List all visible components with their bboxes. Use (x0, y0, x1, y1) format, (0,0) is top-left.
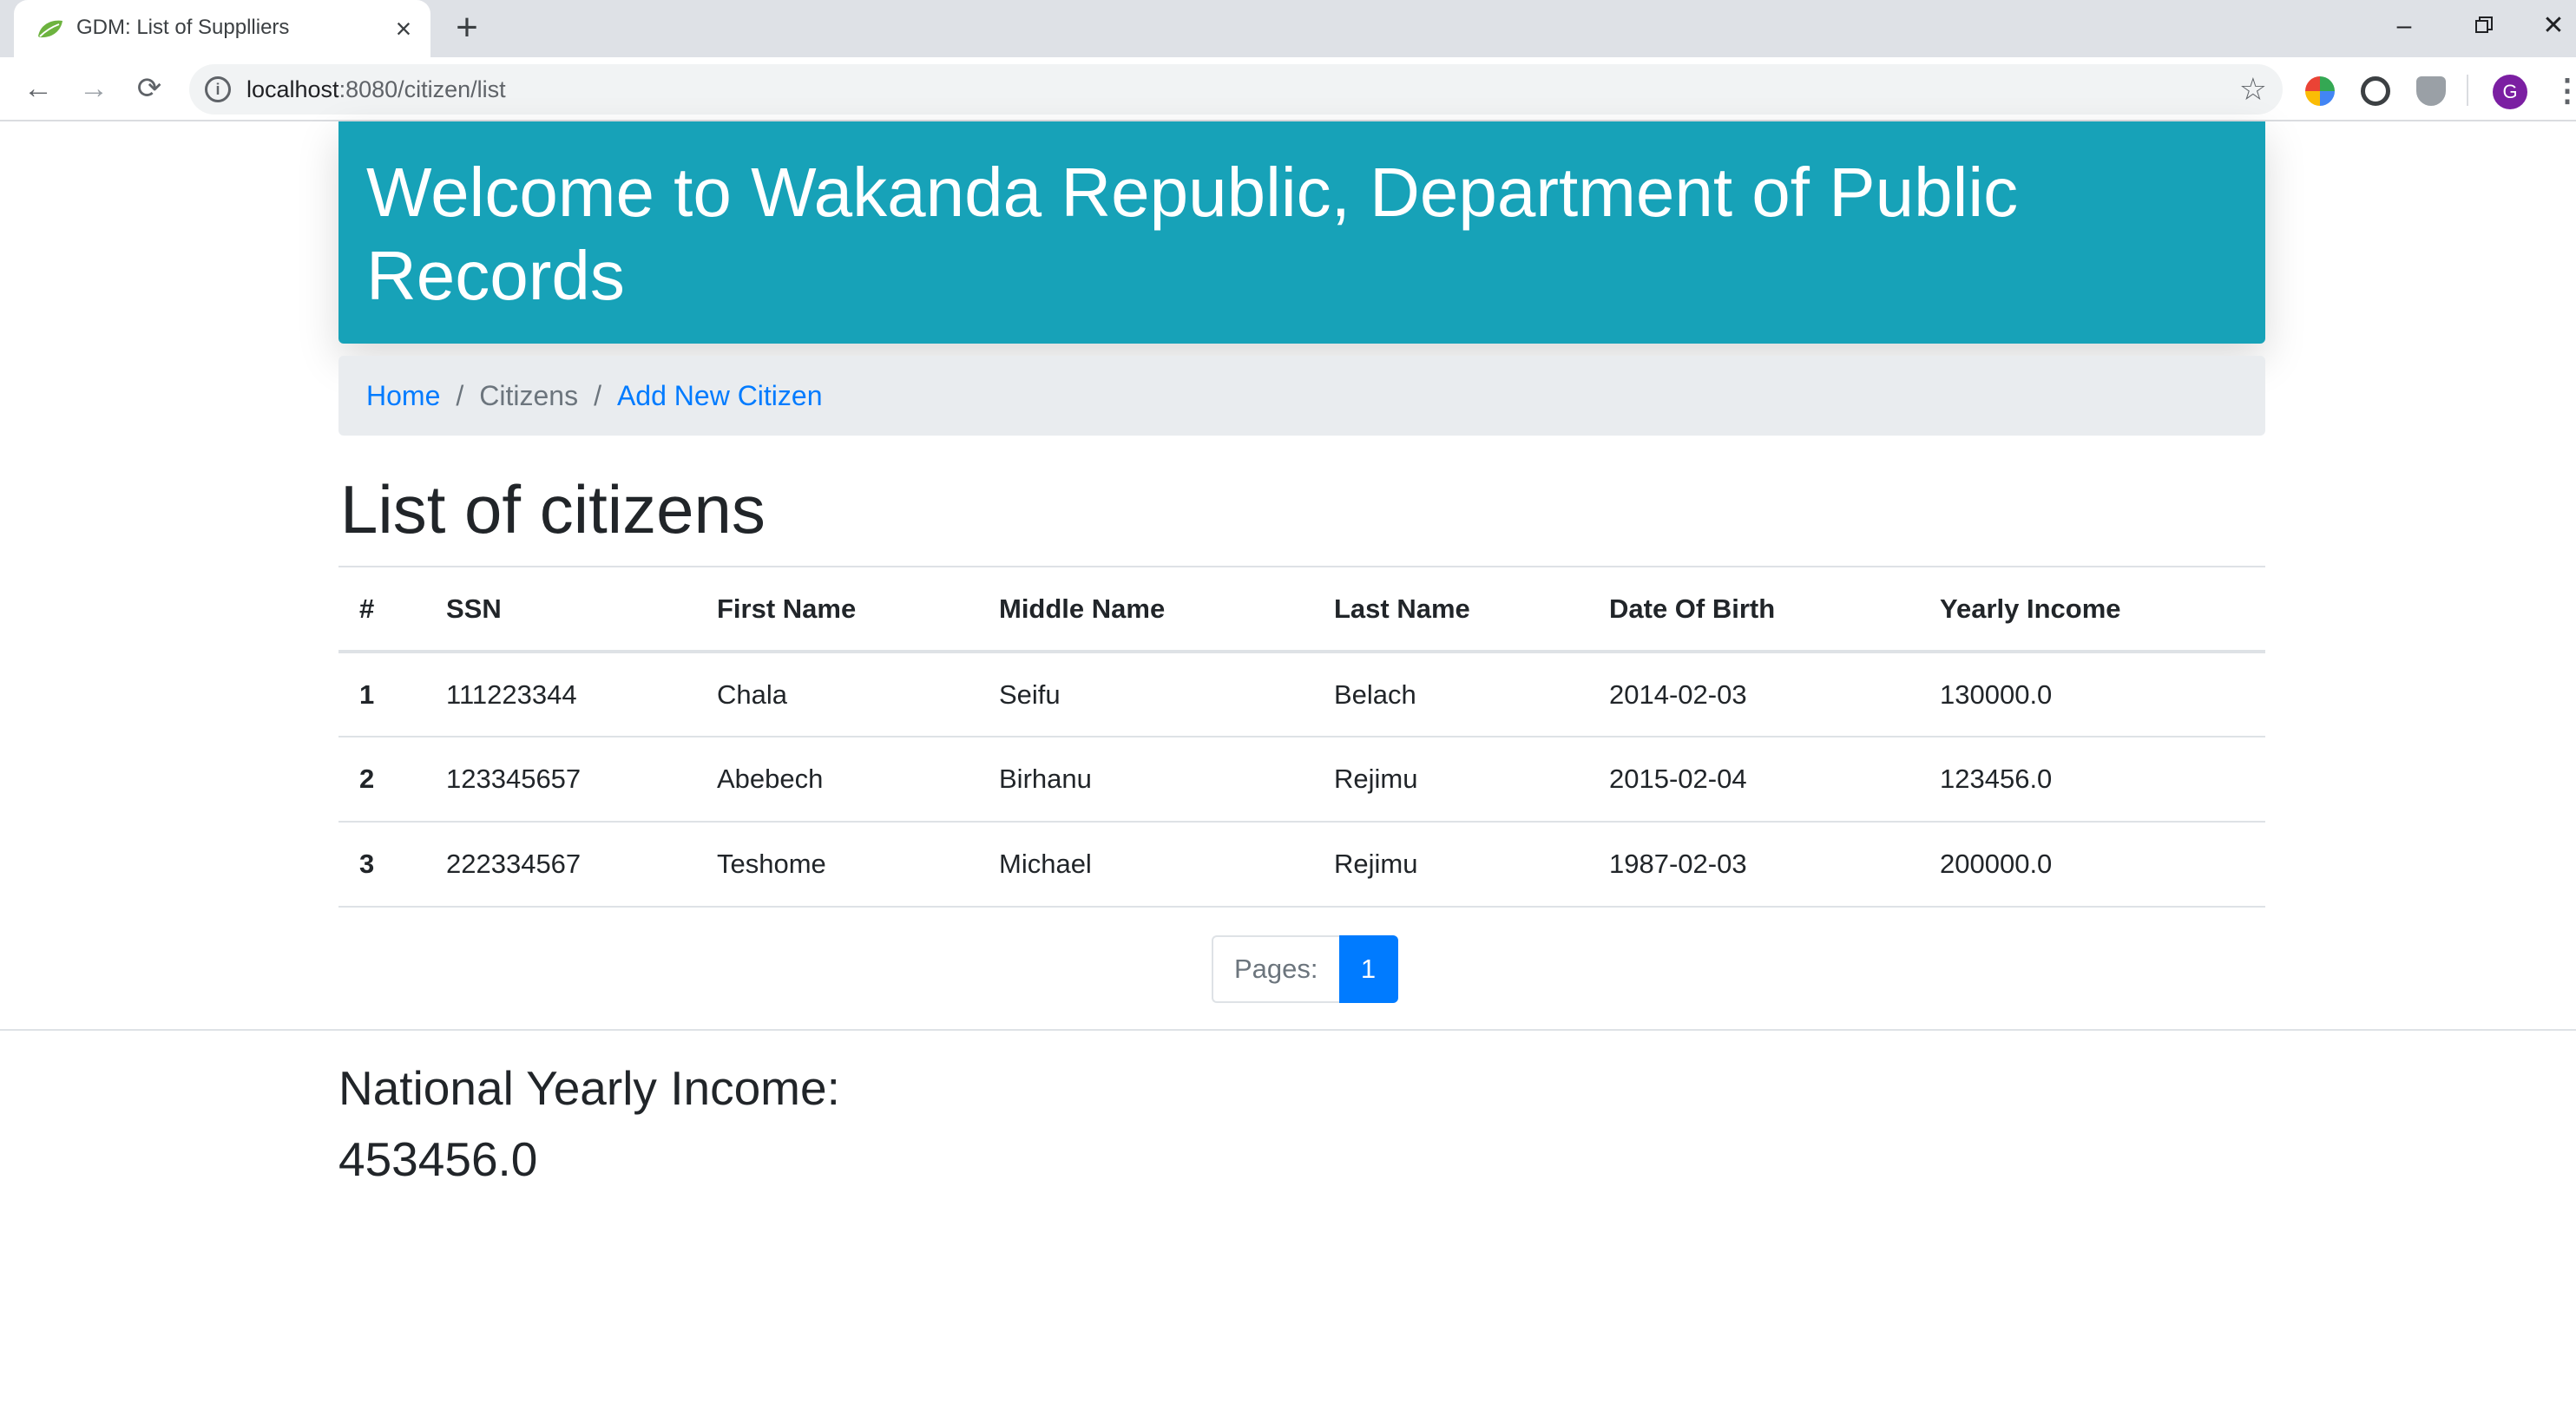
pagination-label: Pages: (1212, 935, 1339, 1003)
toolbar-divider (2467, 75, 2468, 106)
cell-first-name: Abebech (696, 737, 978, 823)
cell-yearly-income: 123456.0 (1919, 737, 2265, 823)
forward-icon[interactable]: → (75, 69, 113, 108)
cell-yearly-income: 200000.0 (1919, 822, 2265, 908)
page-heading: Welcome to Wakanda Republic, Department … (366, 154, 2019, 314)
column-header-index: # (338, 566, 425, 653)
column-header-middle-name: Middle Name (978, 566, 1313, 653)
table-row: 2 123345657 Abebech Birhanu Rejimu 2015-… (338, 737, 2265, 823)
bookmark-star-icon[interactable]: ☆ (2239, 71, 2267, 108)
cell-last-name: Belach (1313, 652, 1588, 738)
extension-sync-icon[interactable] (2361, 76, 2390, 106)
address-bar[interactable]: i localhost:8080/citizen/list ☆ (189, 64, 2283, 115)
spring-leaf-icon (35, 17, 66, 40)
breadcrumb-home-link[interactable]: Home (366, 380, 440, 412)
restore-icon[interactable] (2461, 7, 2507, 45)
column-header-last-name: Last Name (1313, 566, 1588, 653)
browser-tab-strip: GDM: List of Supplliers × + – ✕ (0, 0, 2576, 57)
tab-title: GDM: List of Supplliers (76, 16, 290, 39)
browser-menu-icon[interactable]: ⋮ (2552, 73, 2576, 108)
breadcrumb-add-citizen-link[interactable]: Add New Citizen (617, 380, 823, 412)
cell-first-name: Teshome (696, 822, 978, 908)
cell-yearly-income: 130000.0 (1919, 652, 2265, 738)
cell-date-of-birth: 2014-02-03 (1588, 652, 1919, 738)
national-income-value: 453456.0 (338, 1132, 538, 1186)
breadcrumb-separator: / (594, 379, 601, 411)
cell-last-name: Rejimu (1313, 737, 1588, 823)
cell-ssn: 123345657 (425, 737, 696, 823)
cell-ssn: 111223344 (425, 652, 696, 738)
cell-index: 3 (338, 822, 425, 908)
url-text[interactable]: localhost:8080/citizen/list (246, 76, 506, 103)
extension-shield-icon[interactable] (2416, 76, 2446, 106)
browser-tab[interactable]: GDM: List of Supplliers × (14, 0, 430, 57)
minimize-icon[interactable]: – (2382, 7, 2427, 45)
header-banner: Welcome to Wakanda Republic, Department … (338, 121, 2265, 344)
cell-date-of-birth: 1987-02-03 (1588, 822, 1919, 908)
page-button-1[interactable]: 1 (1338, 935, 1398, 1003)
footer-divider (0, 1029, 2576, 1031)
column-header-date-of-birth: Date Of Birth (1588, 566, 1919, 653)
breadcrumb-separator: / (456, 379, 464, 411)
column-header-first-name: First Name (696, 566, 978, 653)
reload-icon[interactable]: ⟳ (130, 69, 168, 108)
cell-last-name: Rejimu (1313, 822, 1588, 908)
cell-middle-name: Michael (978, 822, 1313, 908)
browser-toolbar: ← → ⟳ i localhost:8080/citizen/list ☆ G … (0, 57, 2576, 121)
back-icon[interactable]: ← (19, 69, 57, 108)
list-title: List of citizens (340, 471, 766, 547)
table-row: 3 222334567 Teshome Michael Rejimu 1987-… (338, 822, 2265, 908)
column-header-ssn: SSN (425, 566, 696, 653)
table-row: 1 111223344 Chala Seifu Belach 2014-02-0… (338, 652, 2265, 738)
profile-avatar[interactable]: G (2493, 75, 2527, 109)
cell-middle-name: Seifu (978, 652, 1313, 738)
cell-index: 1 (338, 652, 425, 738)
pagination: Pages: 1 (1212, 935, 1398, 1003)
close-tab-icon[interactable]: × (389, 14, 418, 43)
cell-date-of-birth: 2015-02-04 (1588, 737, 1919, 823)
breadcrumb: Home / Citizens / Add New Citizen (338, 356, 2265, 436)
site-info-icon[interactable]: i (205, 76, 231, 102)
cell-ssn: 222334567 (425, 822, 696, 908)
new-tab-icon[interactable]: + (450, 9, 484, 47)
national-income-label: National Yearly Income: (338, 1061, 840, 1115)
cell-first-name: Chala (696, 652, 978, 738)
extension-globe-icon[interactable] (2305, 76, 2335, 106)
breadcrumb-current: Citizens (479, 379, 579, 411)
column-header-yearly-income: Yearly Income (1919, 566, 2265, 653)
cell-index: 2 (338, 737, 425, 823)
cell-middle-name: Birhanu (978, 737, 1313, 823)
citizens-table: # SSN First Name Middle Name Last Name D… (338, 566, 2265, 908)
close-window-icon[interactable]: ✕ (2531, 7, 2576, 45)
table-header-row: # SSN First Name Middle Name Last Name D… (338, 566, 2265, 653)
